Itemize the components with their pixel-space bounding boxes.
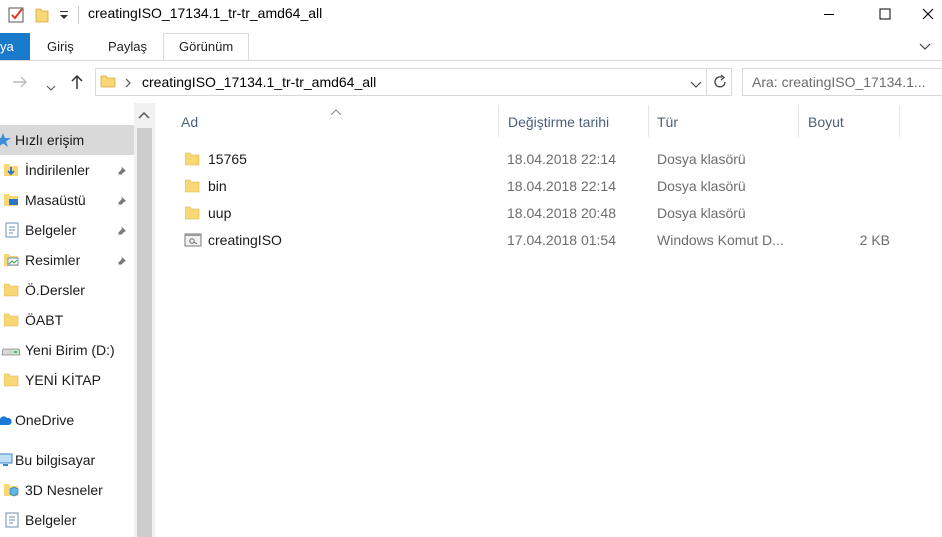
- tab-home[interactable]: Giriş: [47, 33, 74, 60]
- refresh-icon: [711, 73, 729, 94]
- column-header-date[interactable]: Değiştirme tarihi: [508, 112, 609, 140]
- sidebar-item-downloads[interactable]: İndirilenler: [0, 155, 134, 185]
- pin-icon[interactable]: [117, 254, 129, 270]
- file-name: 15765: [208, 151, 247, 167]
- tab-view[interactable]: Görünüm: [179, 33, 233, 60]
- cloud-icon: [0, 414, 12, 430]
- file-date: 17.04.2018 01:54: [507, 232, 616, 248]
- tab-file[interactable]: ya: [0, 33, 30, 60]
- folder-icon: [3, 282, 20, 301]
- table-row[interactable]: uup 18.04.2018 20:48 Dosya klasörü: [180, 202, 900, 226]
- new-folder-icon[interactable]: [35, 6, 49, 27]
- sidebar-item-this-pc[interactable]: Bu bilgisayar: [0, 445, 134, 475]
- sidebar-item-oabt[interactable]: ÖABT: [0, 305, 134, 335]
- column-divider[interactable]: [899, 105, 900, 137]
- batch-file-icon: [184, 232, 202, 251]
- address-history-chevron-icon[interactable]: [690, 77, 702, 93]
- file-type: Windows Komut D...: [657, 232, 784, 248]
- column-header-type[interactable]: Tür: [657, 112, 678, 140]
- table-row[interactable]: creatingISO 17.04.2018 01:54 Windows Kom…: [180, 229, 900, 253]
- sidebar-item-drive-d[interactable]: Yeni Birim (D:): [0, 335, 134, 365]
- ribbon-expand-chevron-icon[interactable]: [918, 40, 932, 56]
- column-divider[interactable]: [498, 105, 499, 137]
- table-row[interactable]: 15765 18.04.2018 22:14 Dosya klasörü: [180, 148, 900, 172]
- breadcrumb-chevron-icon[interactable]: [124, 76, 132, 92]
- sidebar-item-yeni-kitap[interactable]: YENİ KİTAP: [0, 365, 134, 395]
- forward-arrow-icon[interactable]: [10, 74, 30, 93]
- column-header-name[interactable]: Ad: [181, 112, 198, 140]
- breadcrumb-current-folder[interactable]: creatingISO_17134.1_tr-tr_amd64_all: [142, 74, 376, 90]
- sidebar-item-3d-objects[interactable]: 3D Nesneler: [0, 475, 134, 505]
- address-folder-icon: [100, 73, 116, 92]
- sidebar-item-documents[interactable]: Belgeler: [0, 215, 134, 245]
- file-name: creatingISO: [208, 232, 282, 248]
- file-name: uup: [208, 205, 232, 221]
- documents-icon: [5, 222, 19, 241]
- up-arrow-icon[interactable]: [69, 73, 85, 94]
- column-divider[interactable]: [798, 105, 799, 137]
- tab-share[interactable]: Paylaş: [108, 33, 147, 60]
- folder-icon: [3, 312, 20, 331]
- file-date: 18.04.2018 22:14: [507, 178, 616, 194]
- pictures-icon: [4, 252, 20, 271]
- folder-icon: [184, 178, 201, 197]
- desktop-folder-icon: [4, 192, 20, 211]
- file-name: bin: [208, 178, 227, 194]
- close-button[interactable]: [914, 0, 942, 30]
- pin-icon[interactable]: [117, 164, 129, 180]
- pin-icon[interactable]: [117, 194, 129, 210]
- sidebar-item-onedrive[interactable]: OneDrive: [0, 405, 134, 435]
- sidebar-item-desktop[interactable]: Masaüstü: [0, 185, 134, 215]
- folder-icon: [3, 372, 20, 391]
- sidebar-scroll-thumb[interactable]: [137, 128, 152, 537]
- pin-icon[interactable]: [117, 224, 129, 240]
- sidebar-item-pictures[interactable]: Resimler: [0, 245, 134, 275]
- file-type: Dosya klasörü: [657, 178, 746, 194]
- column-header-size[interactable]: Boyut: [808, 112, 844, 140]
- minimize-button[interactable]: [806, 0, 852, 30]
- minimize-icon: [823, 7, 835, 23]
- folder-icon: [184, 205, 201, 224]
- file-type: Dosya klasörü: [657, 151, 746, 167]
- close-icon: [922, 7, 934, 23]
- download-folder-icon: [4, 162, 20, 181]
- quick-access-dropdown-icon[interactable]: [59, 8, 69, 24]
- table-row[interactable]: bin 18.04.2018 22:14 Dosya klasörü: [180, 175, 900, 199]
- file-date: 18.04.2018 20:48: [507, 205, 616, 221]
- sidebar-item-o-dersler[interactable]: Ö.Dersler: [0, 275, 134, 305]
- search-input[interactable]: Ara: creatingISO_17134.1...: [752, 74, 926, 90]
- 3d-objects-icon: [4, 482, 20, 501]
- recent-locations-chevron-icon[interactable]: [46, 79, 56, 95]
- sort-ascending-chevron-icon: [330, 104, 342, 120]
- maximize-icon: [879, 7, 891, 23]
- documents-icon: [5, 512, 19, 531]
- star-icon: [0, 132, 12, 151]
- sidebar-item-pc-documents[interactable]: Belgeler: [0, 505, 134, 535]
- scroll-up-arrow-icon[interactable]: [137, 108, 151, 124]
- column-divider[interactable]: [648, 105, 649, 137]
- title-divider: [78, 6, 79, 24]
- folder-icon: [184, 151, 201, 170]
- drive-icon: [1, 344, 21, 360]
- sidebar-item-quick-access[interactable]: Hızlı erişim: [0, 125, 134, 155]
- file-size: 2 KB: [859, 232, 890, 248]
- window-title: creatingISO_17134.1_tr-tr_amd64_all: [88, 5, 323, 21]
- properties-checkmark-icon[interactable]: [8, 6, 26, 27]
- file-date: 18.04.2018 22:14: [507, 151, 616, 167]
- computer-icon: [0, 453, 14, 470]
- file-type: Dosya klasörü: [657, 205, 746, 221]
- maximize-button[interactable]: [862, 0, 908, 30]
